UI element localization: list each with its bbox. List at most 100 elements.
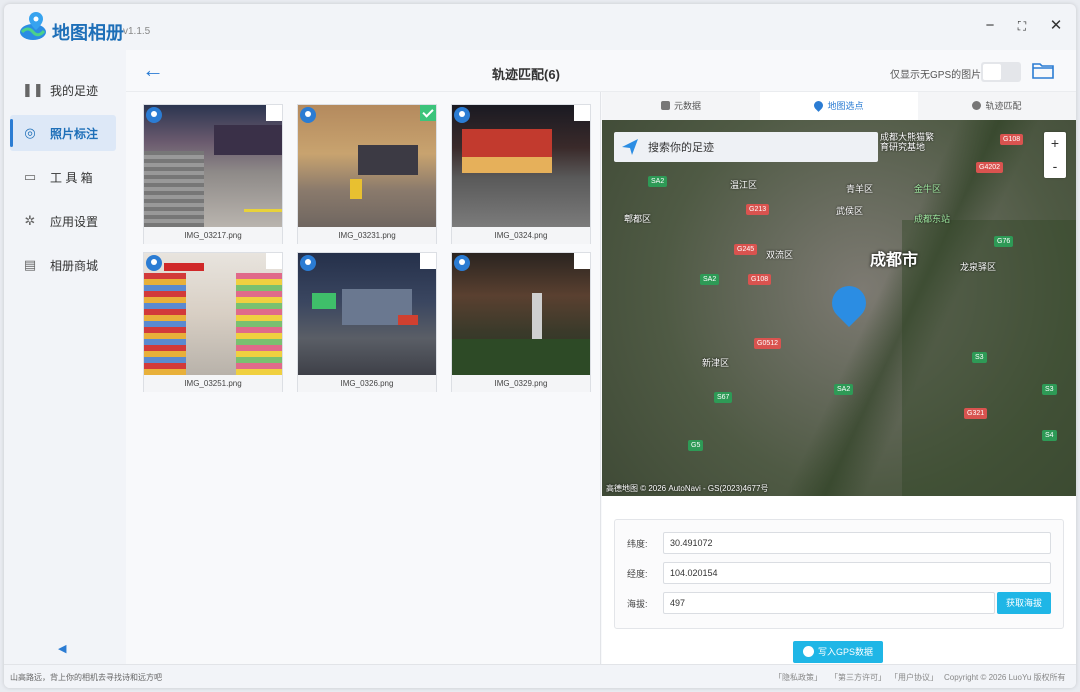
longitude-row: 经度: 104.020154 [615,562,1065,584]
photo-card[interactable]: IMG_03231.png [297,104,437,244]
third-party-license-link[interactable]: 「第三方许可」 [830,672,886,683]
store-icon: ▤ [23,257,37,272]
road-shield: S67 [714,392,733,403]
document-icon [660,101,670,110]
road-shield: G0512 [754,338,782,349]
map-label: 金牛区 [914,184,942,194]
road-shield: G245 [734,244,758,255]
page-header: ← 轨迹匹配(6) 仅显示无GPS的图片: [126,50,1076,92]
select-checkbox[interactable] [574,253,590,269]
sidebar-item-label: 照片标注 [50,126,99,141]
photo-card[interactable]: IMG_0329.png [451,252,591,392]
photo-filename: IMG_0329.png [452,375,590,392]
title-bar: 地图相册 v1.1.5 − ⛶ ✕ [4,4,1076,50]
get-altitude-button[interactable]: 获取海拔 [997,592,1051,614]
road-shield: SA2 [834,384,854,395]
latitude-row: 纬度: 30.491072 [615,532,1065,554]
longitude-input[interactable]: 104.020154 [663,562,1051,584]
page-title: 轨迹匹配(6) [492,67,560,82]
road-shield: G4202 [976,162,1004,173]
select-checkbox[interactable] [420,253,436,269]
photo-thumbnail [452,253,590,375]
road-shield: G108 [748,274,772,285]
road-shield: G321 [964,408,988,419]
photo-thumbnail [452,105,590,227]
zoom-out-button[interactable]: - [1044,155,1066,178]
privacy-policy-link[interactable]: 「隐私政策」 [774,672,822,683]
photo-thumbnail [144,105,282,227]
sidebar-item-label: 我的足迹 [50,83,99,98]
settings-icon: ✲ [24,213,36,228]
sidebar-item-toolbox[interactable]: ▭ 工 具 箱 [10,159,116,195]
sidebar-item-settings[interactable]: ✲ 应用设置 [10,203,116,239]
folder-icon[interactable] [1032,61,1054,79]
photo-card[interactable]: IMG_0326.png [297,252,437,392]
road-shield: S4 [1042,430,1057,441]
photo-thumbnail [298,253,436,375]
minimize-button[interactable]: − [980,16,1000,36]
altitude-input[interactable]: 497 [663,592,995,614]
gps-pin-icon [146,255,162,271]
select-checkbox[interactable] [574,105,590,121]
gps-pin-icon [454,255,470,271]
photo-filename: IMG_03231.png [298,227,436,244]
map-label: 新津区 [702,358,730,368]
select-checkbox[interactable] [266,105,282,121]
map-search-box[interactable]: 搜索你的足迹 [614,132,878,162]
main-content: ← 轨迹匹配(6) 仅显示无GPS的图片: IMG_03217.png IMG_… [126,50,1076,664]
tab-metadata[interactable]: 元数据 [602,92,760,120]
photo-filename: IMG_0326.png [298,375,436,392]
sidebar-item-label: 相册商城 [50,258,99,273]
pin-tag-icon: ◎ [24,125,36,140]
gps-filter-toggle[interactable] [981,62,1021,82]
photo-filename: IMG_0324.png [452,227,590,244]
photo-card[interactable]: IMG_03217.png [143,104,283,244]
select-checkbox[interactable] [266,253,282,269]
gps-filter-label: 仅显示无GPS的图片: [890,70,984,81]
sidebar-item-label: 应用设置 [50,214,99,229]
photo-card[interactable]: IMG_0324.png [451,104,591,244]
map-label: 龙泉驿区 [960,262,997,272]
panel-divider [600,92,601,664]
user-agreement-link[interactable]: 「用户协议」 [890,672,938,683]
write-gps-button[interactable]: 写入GPS数据 [793,641,883,663]
satellite-map[interactable]: 搜索你的足迹 + - 成都大熊猫繁育研究基地 温江区 郫都区 青羊区 武侯区 双… [602,120,1076,496]
close-button[interactable]: ✕ [1046,16,1066,36]
road-shield: SA2 [648,176,668,187]
sidebar: ❚❚ 我的足迹 ◎ 照片标注 ▭ 工 具 箱 ✲ 应用设置 ▤ 相册商城 [4,50,126,664]
road-shield: G108 [1000,134,1024,145]
maximize-button[interactable]: ⛶ [1012,16,1032,36]
longitude-label: 经度: [627,569,648,579]
select-checkbox[interactable] [420,105,436,121]
map-label: 双流区 [766,250,794,260]
tab-map-pick[interactable]: 地图选点 [760,92,918,120]
city-label: 成都市 [870,252,919,269]
tab-label: 地图选点 [827,101,864,111]
map-pin-icon [812,99,826,112]
check-circle-icon [802,646,814,657]
gps-pin-icon [146,107,162,123]
map-label: 武侯区 [836,206,864,216]
status-footer: 山高路远，背上你的相机去寻找诗和远方吧 「隐私政策」 「第三方许可」 「用户协议… [4,664,1076,688]
map-label: 温江区 [730,180,758,190]
map-attribution: 高德地图 © 2026 AutoNavi - GS(2023)4677号 [606,484,769,493]
sidebar-item-footprints[interactable]: ❚❚ 我的足迹 [10,72,116,108]
gps-pin-icon [454,107,470,123]
photo-card[interactable]: IMG_03251.png [143,252,283,392]
photo-thumbnail [144,253,282,375]
sidebar-item-store[interactable]: ▤ 相册商城 [10,247,116,283]
zoom-in-button[interactable]: + [1044,132,1066,155]
sidebar-item-photo-tagging[interactable]: ◎ 照片标注 [10,115,116,151]
tab-label: 轨迹匹配 [985,101,1022,111]
altitude-row: 海拔: 497 获取海拔 [615,592,1065,614]
photo-filename: IMG_03251.png [144,375,282,392]
road-shield: S3 [1042,384,1057,395]
collapse-sidebar-button[interactable]: ◀ [58,642,66,655]
latitude-input[interactable]: 30.491072 [663,532,1051,554]
app-logo-icon [20,12,46,40]
map-label: 郫都区 [624,214,652,224]
tab-track-match[interactable]: 轨迹匹配 [918,92,1076,120]
gps-pin-icon [300,107,316,123]
navigate-arrow-icon [622,139,638,155]
footer-slogan: 山高路远，背上你的相机去寻找诗和远方吧 [10,673,162,682]
